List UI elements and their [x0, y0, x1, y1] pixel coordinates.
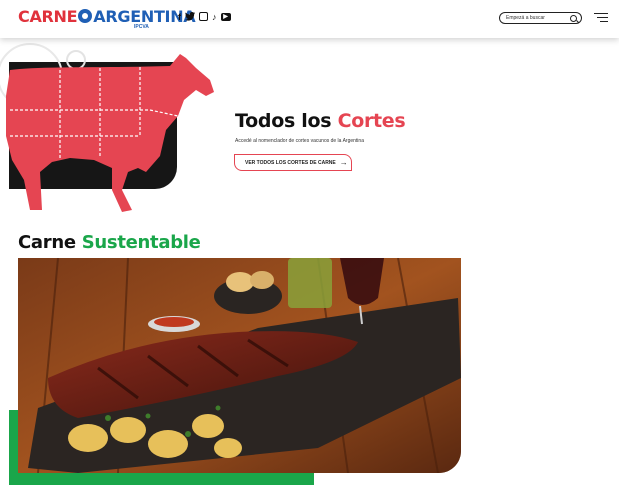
potato [226, 272, 254, 292]
meat-photo-drawing [18, 258, 461, 473]
twitter-bird-shape [185, 12, 195, 21]
instagram-icon[interactable] [199, 12, 208, 21]
search-input[interactable] [506, 13, 568, 22]
social-links: f ♪ ▶ [178, 12, 231, 23]
decor-circle [66, 50, 86, 70]
menu-line [597, 17, 608, 19]
section-title: Carne Sustentable [18, 232, 201, 253]
hero-subtitle: Accedé al nomenclador de cortes vacunos … [235, 138, 364, 144]
site-logo[interactable]: CARNE ARGENTINA [18, 7, 196, 26]
twitter-icon[interactable] [185, 12, 195, 23]
logo-word-carne: CARNE [18, 7, 78, 26]
oil-bottle [288, 258, 332, 308]
search-box[interactable] [499, 12, 582, 24]
hamburger-menu-icon[interactable] [594, 13, 608, 23]
potato [250, 271, 274, 289]
menu-line [594, 13, 608, 15]
sustainable-meat-photo[interactable] [18, 258, 461, 473]
menu-line [600, 21, 608, 23]
cow-silhouette-shape [6, 54, 214, 212]
hero-title: Todos los Cortes [235, 110, 406, 132]
facebook-icon[interactable]: f [178, 12, 181, 23]
section-title-text: Carne [18, 232, 82, 253]
logo-subtitle: IPCVA [134, 24, 149, 30]
hero-title-text: Todos los [235, 110, 338, 132]
logo-emblem-icon [78, 9, 93, 23]
search-icon[interactable] [570, 14, 577, 22]
youtube-icon[interactable]: ▶ [220, 13, 231, 21]
chimichurri-sauce [154, 317, 194, 327]
hero-title-highlight: Cortes [337, 110, 406, 132]
tiktok-icon[interactable]: ♪ [212, 12, 217, 23]
view-all-cuts-button[interactable]: VER TODOS LOS CORTES DE CARNE → [234, 154, 352, 171]
site-header: CARNE ARGENTINA IPCVA f ♪ ▶ [0, 0, 619, 38]
cow-illustration[interactable] [0, 40, 230, 220]
section-title-highlight: Sustentable [81, 232, 201, 253]
cta-label: VER TODOS LOS CORTES DE CARNE [245, 159, 336, 166]
arrow-right-icon: → [339, 158, 348, 167]
